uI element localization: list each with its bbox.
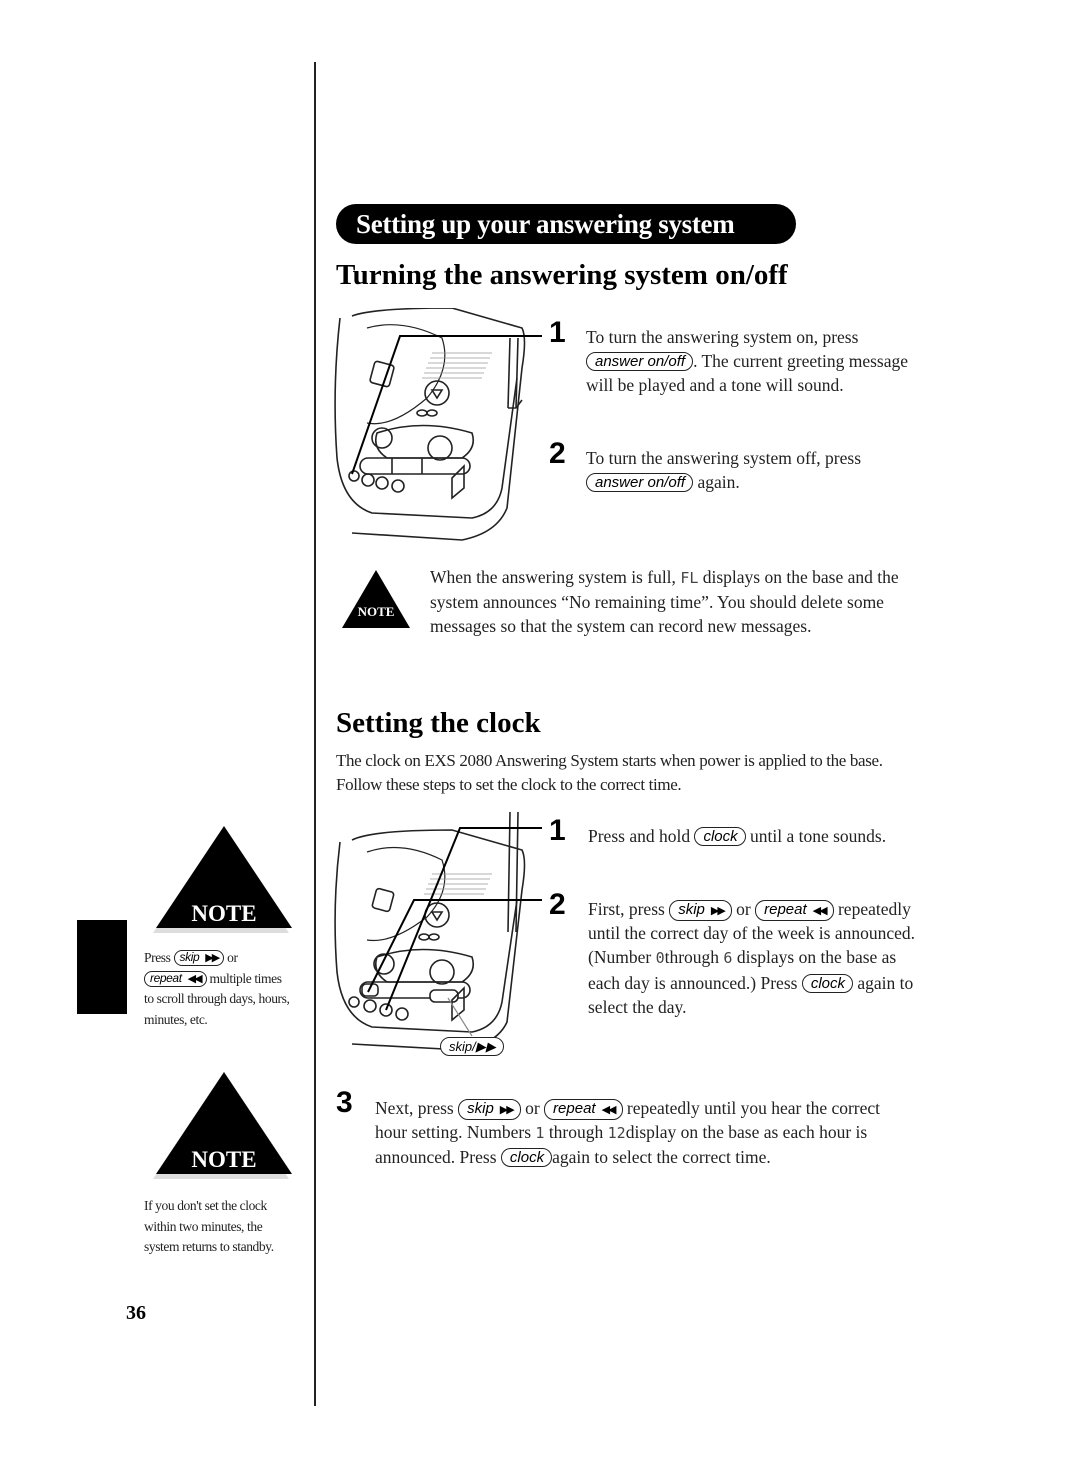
clock-step-1: Press and hold clock until a tone sounds… [588,824,908,848]
column-divider [314,62,316,1406]
sidebar-note-scroll: Press skip ▶▶ or repeat ◀◀ multiple times … [144,948,294,1030]
base-unit-diagram-answer [334,308,542,541]
step-text: again to select the correct time. [552,1147,771,1168]
step-text: To turn the answering system on, press [586,327,859,347]
lcd-digit: 1 [535,1124,545,1143]
clock-step-3: Next, press skip ▶▶ or repeat ◀◀ repeatedl… [375,1096,915,1170]
clock-key: clock [694,827,746,846]
answer-on-off-key: answer on/off [586,473,694,493]
key-label: skip [179,950,200,964]
step-number: 1 [549,316,566,349]
clock-key: clock [500,1148,553,1168]
step-text: Next, press [375,1098,454,1118]
skip-key: skip ▶▶ [669,900,732,921]
note-text: When the answering system is full, [430,567,676,587]
turning-title: Turning the answering system on/off [336,259,788,291]
note-icon-label: NOTE [191,901,256,926]
note-text: or [227,950,238,965]
base-unit-diagram-clock [334,812,542,1051]
skip-key: skip ▶▶ [458,1099,521,1120]
lcd-display-fl: FL [680,569,699,587]
note-icon-label: NOTE [191,1147,256,1172]
lcd-digit: 0 [655,949,665,968]
repeat-key: repeat ◀◀ [144,970,207,987]
sidebar-note-timeout: If you don't set the clock within two mi… [144,1198,274,1254]
skip-diagram-label: skip/▶▶ [440,1037,504,1056]
clock-step-2: First, press skip ▶▶ or repeat ◀◀ repeated… [588,897,923,1019]
skip-key: skip ▶▶ [173,950,225,966]
key-label: repeat [150,970,182,985]
key-label: skip [467,1100,494,1117]
repeat-key: repeat ◀◀ [544,1099,623,1120]
answer-on-off-key: answer on/off [586,352,694,372]
note-text: Press [144,950,171,965]
fast-forward-icon: ▶▶ [205,952,220,964]
step-number: 1 [549,814,566,847]
fast-forward-icon: ▶▶ [499,1104,515,1116]
step-text: Press and hold [588,826,691,846]
step-number: 3 [336,1086,353,1119]
key-label: skip [678,901,705,918]
note-warning-icon: NOTE [153,826,292,933]
note-icon-label: NOTE [358,604,395,619]
rewind-icon: ◀◀ [187,972,203,985]
clock-title: Setting the clock [336,707,541,739]
key-label: repeat [553,1100,596,1117]
page-number: 36 [126,1302,146,1324]
clock-intro: The clock on EXS 2080 Answering System s… [336,751,883,795]
step-text: or [736,899,751,919]
step-text: First, press [588,899,665,919]
turning-step-2: To turn the answering system off, press … [586,446,916,494]
step-text: through [548,1122,604,1143]
step-text: or [525,1098,540,1118]
chapter-tab-marker [77,920,127,1014]
note-warning-icon: NOTE [153,1072,292,1179]
step-number: 2 [549,437,566,470]
step-text: until a tone sounds. [750,826,887,846]
lcd-digit: 6 [723,949,733,968]
rewind-icon: ◀◀ [812,905,828,917]
step-number: 2 [549,888,566,921]
step-text: To turn the answering system off, press [586,448,862,468]
repeat-key: repeat ◀◀ [755,900,834,921]
fast-forward-icon: ▶▶ [710,905,726,917]
note-warning-icon: NOTE [342,570,410,628]
rewind-icon: ◀◀ [601,1104,617,1116]
lcd-digit: 12 [607,1124,626,1143]
clock-key: clock [801,973,854,993]
step-text: again. [697,472,740,493]
turning-step-1: To turn the answering system on, press a… [586,325,916,398]
key-label: repeat [764,901,807,918]
section-banner: Setting up your answering system [336,204,796,244]
answering-full-note: When the answering system is full, FL di… [430,565,910,639]
step-text: through [664,947,720,968]
